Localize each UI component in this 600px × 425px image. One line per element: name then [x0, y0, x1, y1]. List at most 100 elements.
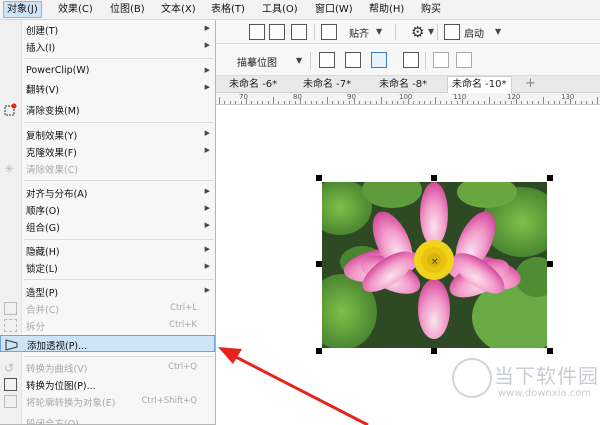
menu-table[interactable]: 表格(T): [211, 2, 245, 18]
ruler-tick: [381, 97, 382, 104]
submenu-arrow-icon: ▶: [204, 187, 210, 195]
import-icon[interactable]: [249, 24, 265, 40]
bitmap-properties-icon[interactable]: [403, 52, 419, 68]
ruler-tick: [543, 97, 544, 104]
menu-tools[interactable]: 工具(O): [262, 2, 298, 18]
snap-dropdown-icon[interactable]: ▼: [376, 27, 382, 36]
menu-text[interactable]: 文本(X): [161, 2, 196, 18]
menu-item-flip[interactable]: 翻转(V) ▶: [0, 80, 215, 97]
launch-label[interactable]: 启动: [464, 25, 484, 40]
menu-item-convert-to-curves: ↺ 转换为曲线(V) Ctrl+Q: [0, 359, 215, 376]
toolbar-separator: [314, 24, 315, 40]
ruler-tick: [408, 99, 409, 104]
ruler-tick: [391, 101, 393, 104]
menu-item-insert[interactable]: 插入(I) ▶: [0, 38, 215, 55]
ruler-tick: [267, 101, 269, 104]
ruler-tick: [386, 101, 388, 104]
trace-bitmap-button[interactable]: 描摹位图: [237, 54, 277, 69]
menu-help[interactable]: 帮助(H): [369, 2, 404, 18]
guides-icon[interactable]: [291, 24, 307, 40]
menu-item-create[interactable]: 创建(T) ▶: [0, 21, 215, 38]
trace-dropdown-icon[interactable]: ▼: [296, 56, 302, 65]
tab-doc-10[interactable]: 未命名 -10*: [447, 76, 512, 93]
ruler-tick: [300, 99, 301, 104]
ruler-tick: [591, 101, 593, 104]
ruler-tick: [370, 101, 372, 104]
menu-item-combine: 合并(C) Ctrl+L: [0, 300, 215, 317]
ruler-tick: [526, 101, 528, 104]
ruler-tick: [559, 101, 561, 104]
selection-handle[interactable]: [316, 261, 322, 267]
ruler-tick: [489, 97, 490, 104]
to-front-icon[interactable]: [433, 52, 449, 68]
selection-handle[interactable]: [547, 348, 553, 354]
edit-bitmap-icon[interactable]: [371, 52, 387, 68]
submenu-arrow-icon: ▶: [204, 262, 210, 270]
lotus-image: ×: [322, 182, 547, 348]
menu-item-align-distribute[interactable]: 对齐与分布(A) ▶: [0, 184, 215, 201]
toolbar-separator: [395, 24, 396, 40]
ruler-tick: [219, 97, 220, 104]
menu-item-hide[interactable]: 隐藏(H) ▶: [0, 242, 215, 259]
tab-doc-7[interactable]: 未命名 -7*: [299, 77, 355, 93]
selection-handle[interactable]: [316, 348, 322, 354]
menu-item-clone-effect[interactable]: 克隆效果(F) ▶: [0, 143, 215, 160]
clear-effect-icon: ✳: [4, 162, 15, 176]
snap-icon[interactable]: [321, 24, 337, 40]
menu-item-order[interactable]: 顺序(O) ▶: [0, 201, 215, 218]
submenu-arrow-icon: ▶: [204, 83, 210, 91]
grid-icon[interactable]: [269, 24, 285, 40]
ruler-number: 100: [399, 93, 413, 101]
crop-bitmap-icon[interactable]: [319, 52, 335, 68]
add-tab-icon[interactable]: +: [525, 76, 536, 91]
menu-item-label: 创建(T): [26, 26, 59, 37]
ruler-tick: [451, 101, 453, 104]
menu-item-add-perspective[interactable]: 添加透视(P)...: [0, 335, 215, 352]
menu-window[interactable]: 窗口(W): [315, 2, 353, 18]
launch-icon[interactable]: [444, 24, 460, 40]
tab-doc-8[interactable]: 未命名 -8*: [375, 77, 431, 93]
menu-buy[interactable]: 购买: [421, 2, 441, 18]
toolbar-separator: [425, 52, 426, 70]
menu-effects[interactable]: 效果(C): [58, 2, 93, 18]
ruler-tick: [348, 101, 350, 104]
snap-to-label[interactable]: 贴齐: [349, 25, 369, 40]
options-dropdown-icon[interactable]: ▼: [428, 27, 434, 36]
toolbar-separator: [437, 24, 438, 40]
ruler-tick: [321, 101, 323, 104]
launch-dropdown-icon[interactable]: ▼: [495, 27, 501, 36]
ruler-tick: [505, 101, 507, 104]
selection-handle[interactable]: [547, 261, 553, 267]
ruler-tick: [548, 101, 550, 104]
selection-handle[interactable]: [316, 175, 322, 181]
bitmap-icon: [4, 378, 17, 391]
ruler-tick: [483, 101, 485, 104]
ruler-tick: [359, 101, 361, 104]
menu-item-group[interactable]: 组合(G) ▶: [0, 218, 215, 235]
submenu-arrow-icon: ▶: [204, 41, 210, 49]
tab-doc-6[interactable]: 未命名 -6*: [225, 77, 281, 93]
menu-item-powerclip[interactable]: PowerClip(W) ▶: [0, 63, 215, 80]
curve-icon: ↺: [4, 361, 15, 375]
ruler-tick: [278, 101, 280, 104]
menu-item-convert-to-bitmap[interactable]: 转换为位图(P)...: [0, 376, 215, 393]
selection-handle[interactable]: [431, 175, 437, 181]
selection-handle[interactable]: [431, 348, 437, 354]
menu-item-lock[interactable]: 锁定(L) ▶: [0, 259, 215, 276]
menu-item-copy-effect[interactable]: 复制效果(Y) ▶: [0, 126, 215, 143]
ruler-tick: [283, 101, 285, 104]
resample-icon[interactable]: [345, 52, 361, 68]
menu-item-clear-transformations[interactable]: 清除变换(M): [0, 101, 215, 118]
menu-bitmap[interactable]: 位图(B): [110, 2, 145, 18]
menu-item-label: 插入(I): [26, 43, 56, 54]
ruler-tick: [402, 101, 404, 104]
menu-item-label: 转换为曲线(V): [26, 364, 88, 375]
selection-handle[interactable]: [547, 175, 553, 181]
menu-item-label: 添加透视(P)...: [27, 341, 88, 352]
lotus-photo[interactable]: ×: [322, 182, 547, 348]
ruler-tick: [462, 99, 463, 104]
to-back-icon[interactable]: [456, 52, 472, 68]
menu-object[interactable]: 对象(J): [3, 1, 42, 18]
menu-item-shaping[interactable]: 造型(P) ▶: [0, 283, 215, 300]
gear-icon[interactable]: ⚙: [411, 24, 424, 40]
